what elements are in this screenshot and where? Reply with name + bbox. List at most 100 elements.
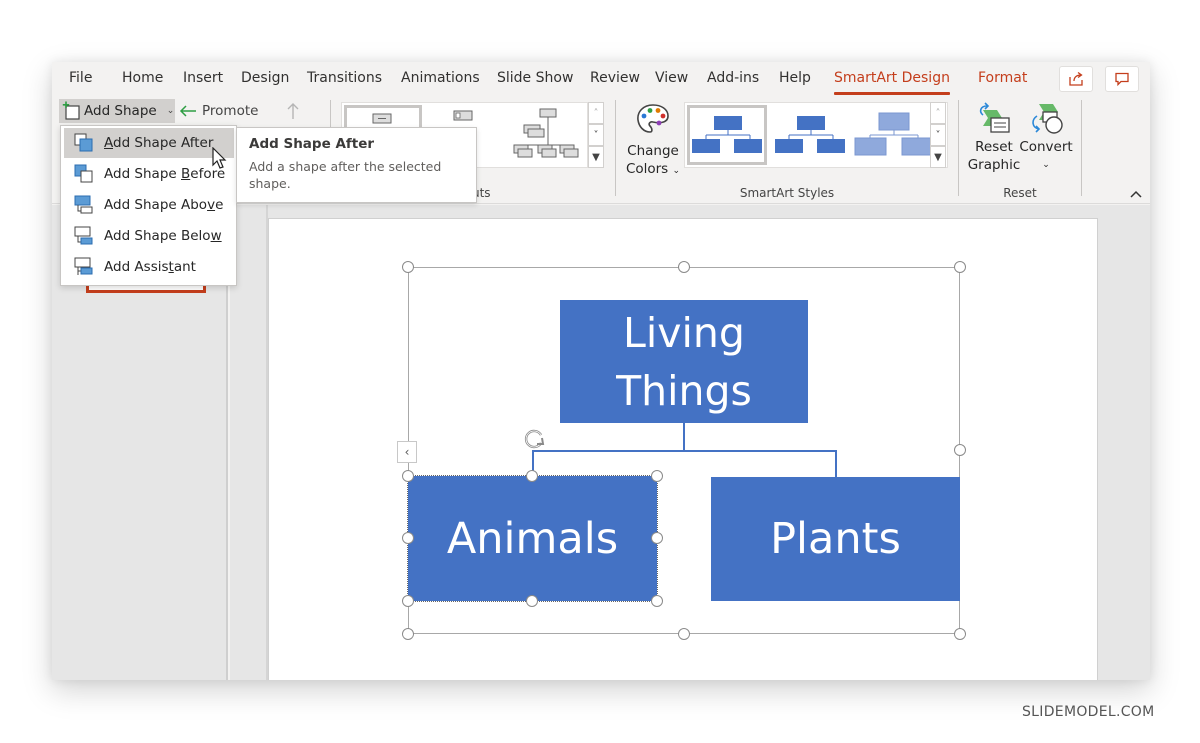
change-colors-button[interactable]: Change Colors ⌄	[624, 102, 682, 180]
add-shape-menu: Add Shape After Add Shape Before Add Sha…	[60, 125, 237, 286]
styles-scroll-down[interactable]: ˅	[930, 124, 946, 146]
styles-scroll-up[interactable]: ˄	[930, 102, 946, 124]
collapse-ribbon-icon[interactable]	[1130, 188, 1142, 201]
add-shape-below-icon	[73, 226, 95, 246]
tab-add-ins[interactable]: Add-ins	[707, 70, 759, 86]
layout-option[interactable]	[512, 107, 582, 165]
style-preview-icon	[775, 116, 845, 153]
tab-design[interactable]: Design	[241, 70, 289, 86]
comment-icon	[1115, 72, 1129, 87]
mouse-pointer-icon	[212, 147, 227, 169]
smartart-node-plants[interactable]: Plants	[711, 477, 960, 601]
chevron-down-icon: ⌄	[166, 106, 175, 116]
watermark: SLIDEMODEL.COM	[1022, 704, 1155, 720]
tooltip-body: Add a shape after the selected shape.	[249, 159, 442, 191]
menu-item-add-shape-above[interactable]: Add Shape Above	[64, 190, 234, 220]
add-assistant-icon	[73, 257, 95, 277]
move-up-button[interactable]	[282, 99, 304, 123]
shape-resize-handle[interactable]	[651, 470, 663, 482]
root-label-line-2: Things	[616, 366, 752, 415]
menu-item-add-shape-below[interactable]: Add Shape Below	[64, 221, 234, 251]
shape-resize-handle[interactable]	[526, 470, 538, 482]
gallery-expand[interactable]: ▼	[588, 146, 604, 168]
group-separator	[1081, 100, 1082, 196]
tab-slide-show[interactable]: Slide Show	[497, 70, 573, 86]
promote-label: Promote	[202, 103, 259, 119]
resize-handle[interactable]	[954, 261, 966, 273]
style-option-selected[interactable]	[687, 105, 767, 165]
tab-format[interactable]: Format	[978, 70, 1027, 86]
menu-item-label: Add Shape Above	[104, 197, 224, 213]
smartart-node-root[interactable]: Living Things	[560, 300, 808, 423]
tab-review[interactable]: Review	[590, 70, 640, 86]
shape-resize-handle[interactable]	[526, 595, 538, 607]
tooltip-title: Add Shape After	[249, 136, 375, 152]
shape-resize-handle[interactable]	[402, 595, 414, 607]
reset-graphic-button[interactable]: Reset Graphic	[966, 102, 1022, 174]
reset-graphic-label-2: Graphic	[967, 157, 1021, 173]
tab-help[interactable]: Help	[779, 70, 811, 86]
shape-resize-handle[interactable]	[402, 470, 414, 482]
resize-handle[interactable]	[954, 628, 966, 640]
canvas-right-margin	[1098, 205, 1150, 680]
tab-home[interactable]: Home	[122, 70, 163, 86]
group-separator	[615, 100, 616, 196]
color-palette-icon	[637, 104, 669, 133]
chevron-left-icon: ‹	[404, 445, 410, 459]
hierarchy-layout-icon	[513, 108, 579, 158]
reset-group-label: Reset	[1003, 186, 1037, 200]
connector-line	[532, 450, 836, 452]
smartart-node-animals[interactable]: Animals	[407, 475, 658, 602]
add-shape-button[interactable]: Add Shape ⌄	[59, 99, 175, 123]
resize-handle[interactable]	[402, 628, 414, 640]
convert-icon	[1032, 104, 1063, 134]
menu-item-label: Add Shape After	[104, 135, 214, 151]
shape-resize-handle[interactable]	[402, 532, 414, 544]
plants-label: Plants	[770, 514, 901, 564]
add-shape-label: Add Shape	[84, 103, 157, 119]
menu-item-add-shape-after[interactable]: Add Shape After	[64, 128, 234, 158]
tab-animations[interactable]: Animations	[401, 70, 480, 86]
tab-transitions[interactable]: Transitions	[307, 70, 382, 86]
tab-smartart-design[interactable]: SmartArt Design	[834, 70, 950, 95]
resize-handle[interactable]	[678, 628, 690, 640]
rotate-handle[interactable]	[520, 426, 548, 452]
reset-graphic-label-1: Reset	[975, 139, 1013, 155]
menu-item-label: Add Shape Below	[104, 228, 222, 244]
reset-graphic-icon	[979, 102, 1010, 133]
resize-handle[interactable]	[954, 444, 966, 456]
resize-handle[interactable]	[402, 261, 414, 273]
animals-label: Animals	[446, 513, 619, 564]
root-label-line-1: Living	[623, 308, 745, 357]
ribbon-tabs: File Home Insert Design Transitions Anim…	[52, 62, 1150, 96]
menu-item-add-assistant[interactable]: Add Assistant	[64, 252, 234, 282]
add-shape-above-icon	[73, 195, 95, 215]
menu-item-label: Add Assistant	[104, 259, 196, 275]
connector-line	[835, 450, 837, 477]
tab-view[interactable]: View	[655, 70, 688, 86]
smartart-styles-group-label: SmartArt Styles	[739, 186, 835, 200]
change-colors-label-2: Colors ⌄	[625, 161, 681, 177]
promote-button[interactable]: Promote	[176, 99, 258, 123]
share-button[interactable]	[1059, 66, 1093, 92]
rotate-icon	[524, 429, 545, 449]
comments-button[interactable]	[1105, 66, 1139, 92]
styles-expand[interactable]: ▼	[930, 146, 946, 168]
convert-button[interactable]: Convert ⌄	[1019, 102, 1073, 174]
menu-item-add-shape-before[interactable]: Add Shape Before	[64, 159, 234, 189]
change-colors-label-1: Change	[627, 143, 679, 159]
gallery-scroll-up[interactable]: ˄	[588, 102, 604, 124]
convert-label: Convert	[1019, 139, 1073, 155]
shape-resize-handle[interactable]	[651, 595, 663, 607]
add-shape-before-icon	[73, 164, 95, 184]
style-option[interactable]	[773, 108, 849, 164]
gallery-scroll-down[interactable]: ˅	[588, 124, 604, 146]
resize-handle[interactable]	[678, 261, 690, 273]
shape-resize-handle[interactable]	[651, 532, 663, 544]
tab-insert[interactable]: Insert	[183, 70, 223, 86]
text-pane-toggle-button[interactable]: ‹	[397, 441, 417, 463]
menu-item-label: Add Shape Before	[104, 166, 226, 182]
tab-file[interactable]: File	[69, 70, 92, 86]
chevron-down-icon: ⌄	[1042, 160, 1050, 170]
style-option[interactable]	[853, 108, 935, 164]
